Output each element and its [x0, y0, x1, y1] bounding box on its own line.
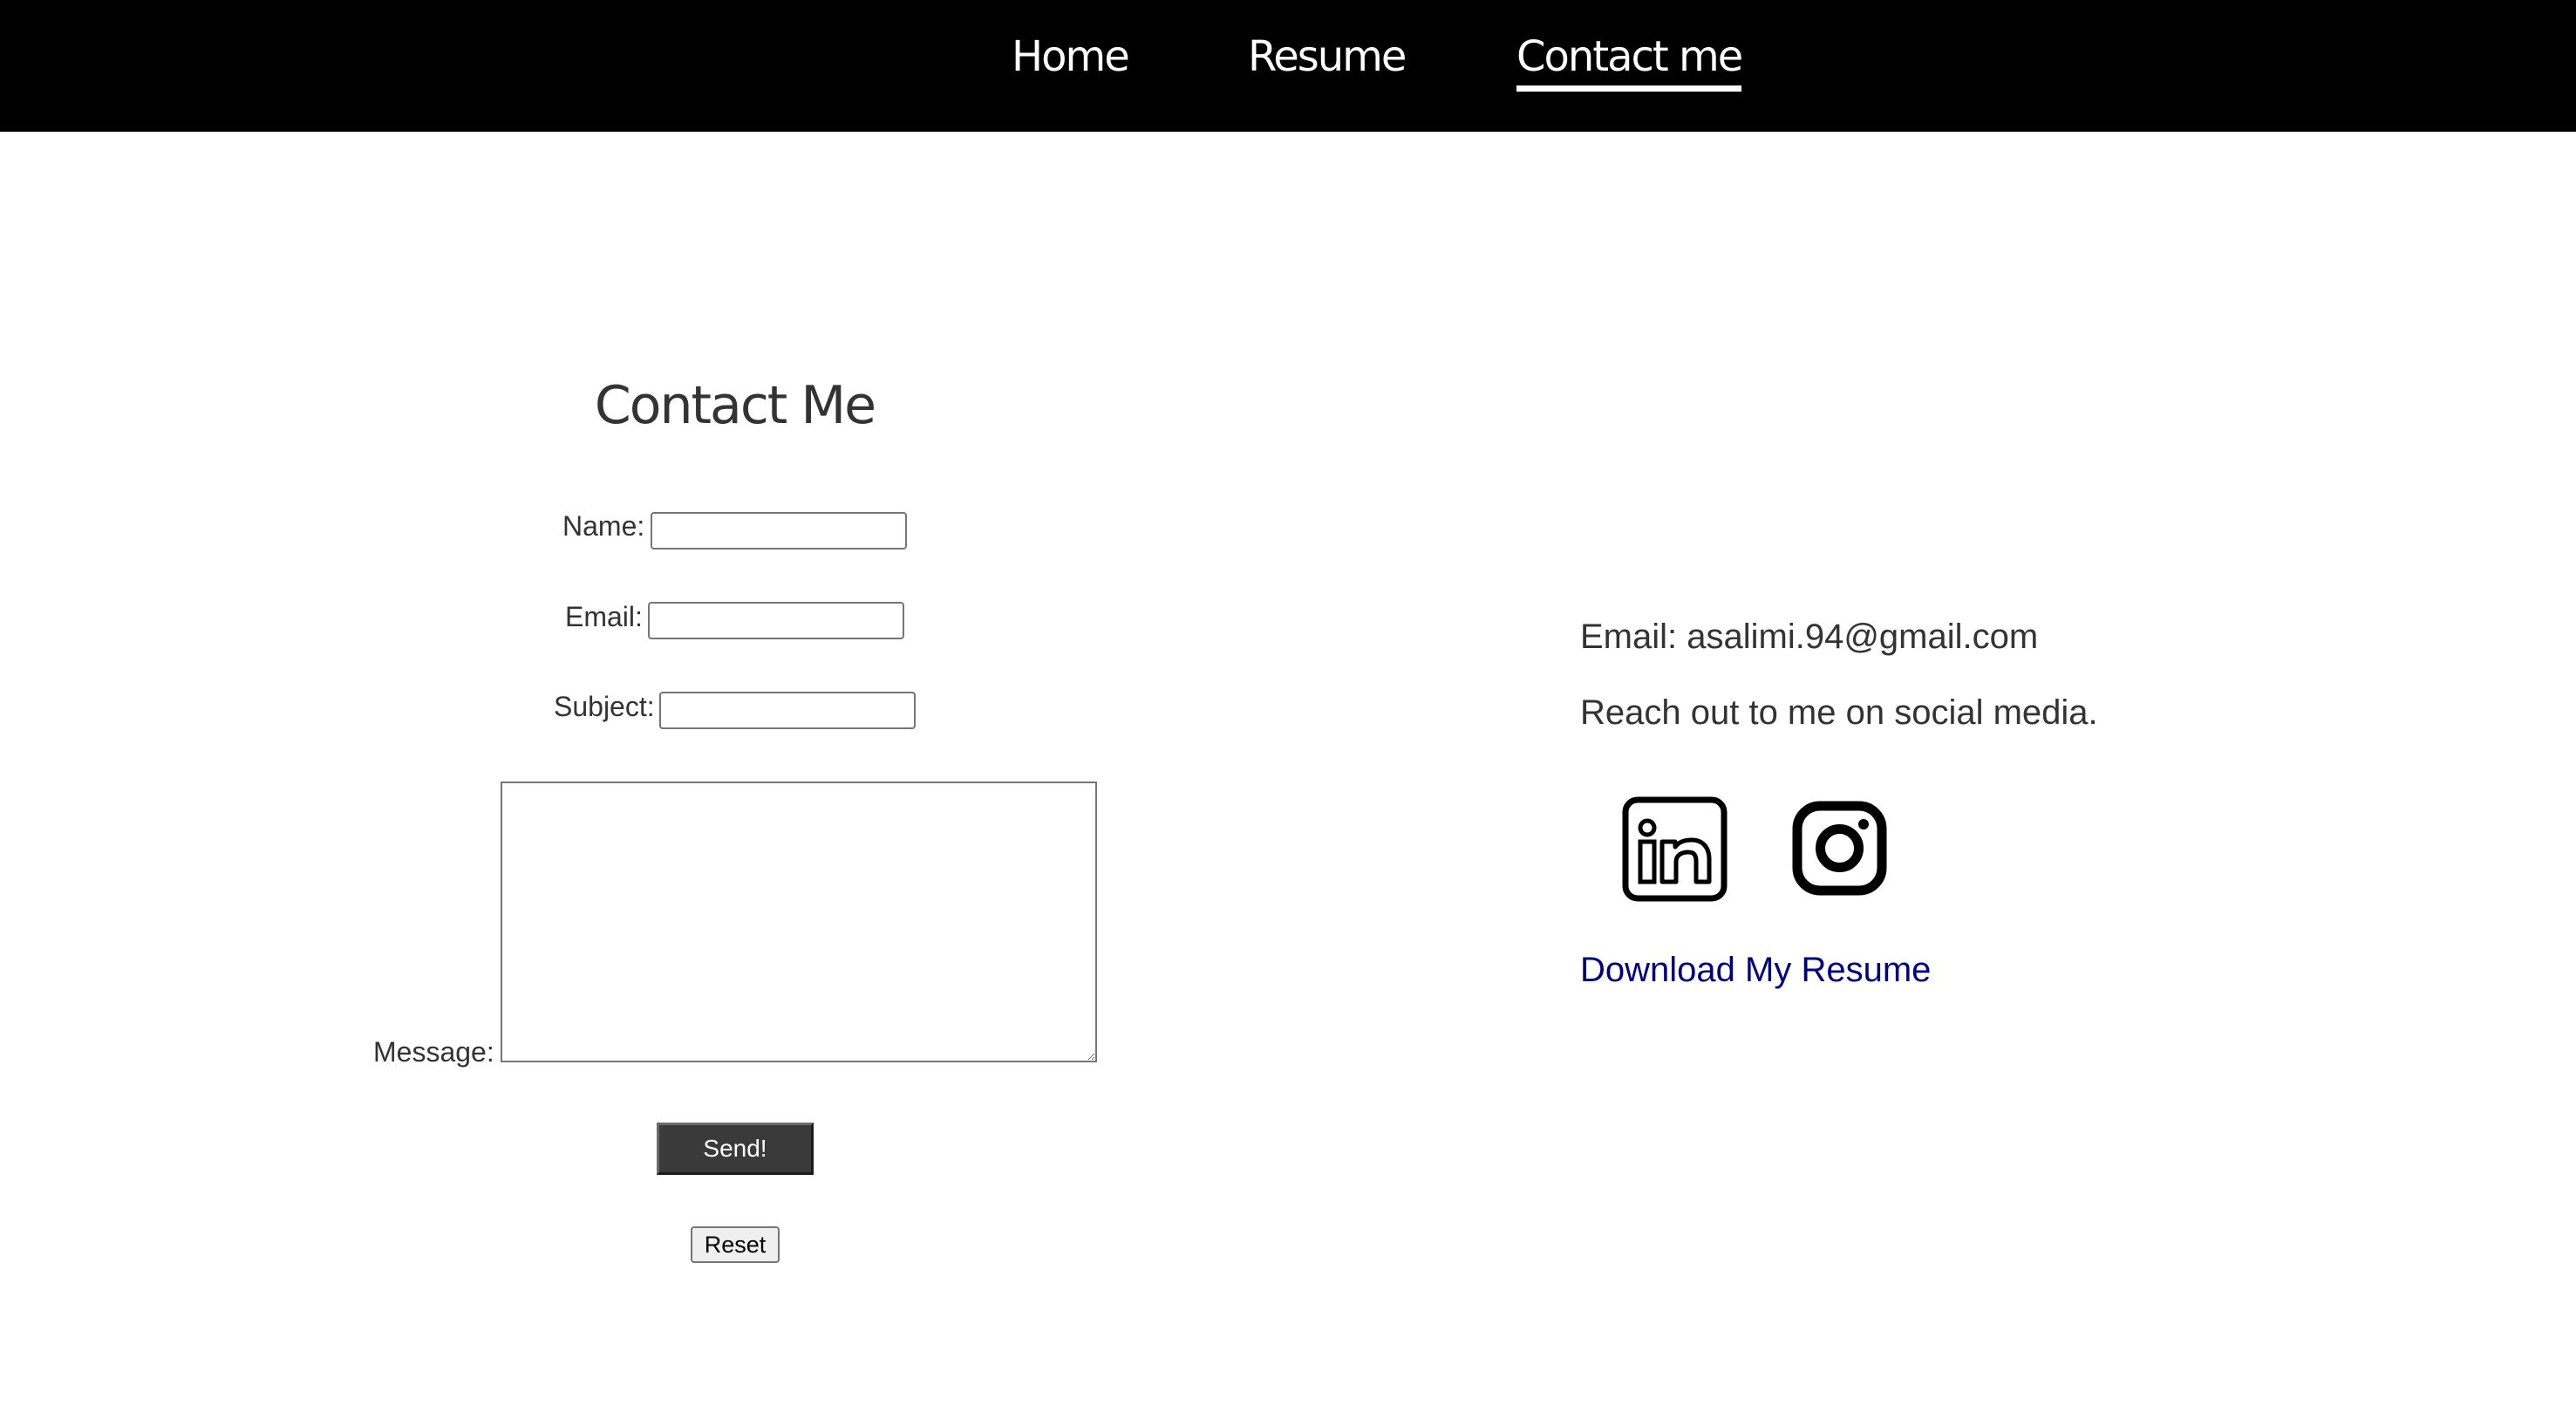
linkedin-icon[interactable]: [1622, 796, 1728, 902]
page-title: Contact Me: [594, 375, 876, 436]
nav-link-resume[interactable]: Resume: [1248, 24, 1407, 94]
name-input[interactable]: [651, 512, 907, 550]
nav-link-home[interactable]: Home: [1012, 24, 1130, 94]
nav-link-contact[interactable]: Contact me: [1516, 24, 1743, 94]
name-label: Name:: [562, 510, 645, 542]
email-label: Email:: [565, 601, 643, 632]
subject-label: Subject:: [554, 691, 655, 722]
send-button[interactable]: Send!: [657, 1123, 814, 1175]
reset-button[interactable]: Reset: [691, 1226, 780, 1263]
message-label: Message:: [373, 1036, 494, 1068]
subject-input[interactable]: [659, 692, 916, 729]
contact-email-text: Email: asalimi.94@gmail.com: [1580, 618, 2039, 656]
download-resume-link[interactable]: Download My Resume: [1580, 951, 1931, 990]
top-navbar: Home Resume Contact me: [0, 0, 2576, 132]
email-input[interactable]: [648, 602, 904, 639]
instagram-icon[interactable]: [1792, 801, 1887, 896]
message-textarea[interactable]: [501, 782, 1097, 1062]
social-prompt-text: Reach out to me on social media.: [1580, 693, 2098, 732]
